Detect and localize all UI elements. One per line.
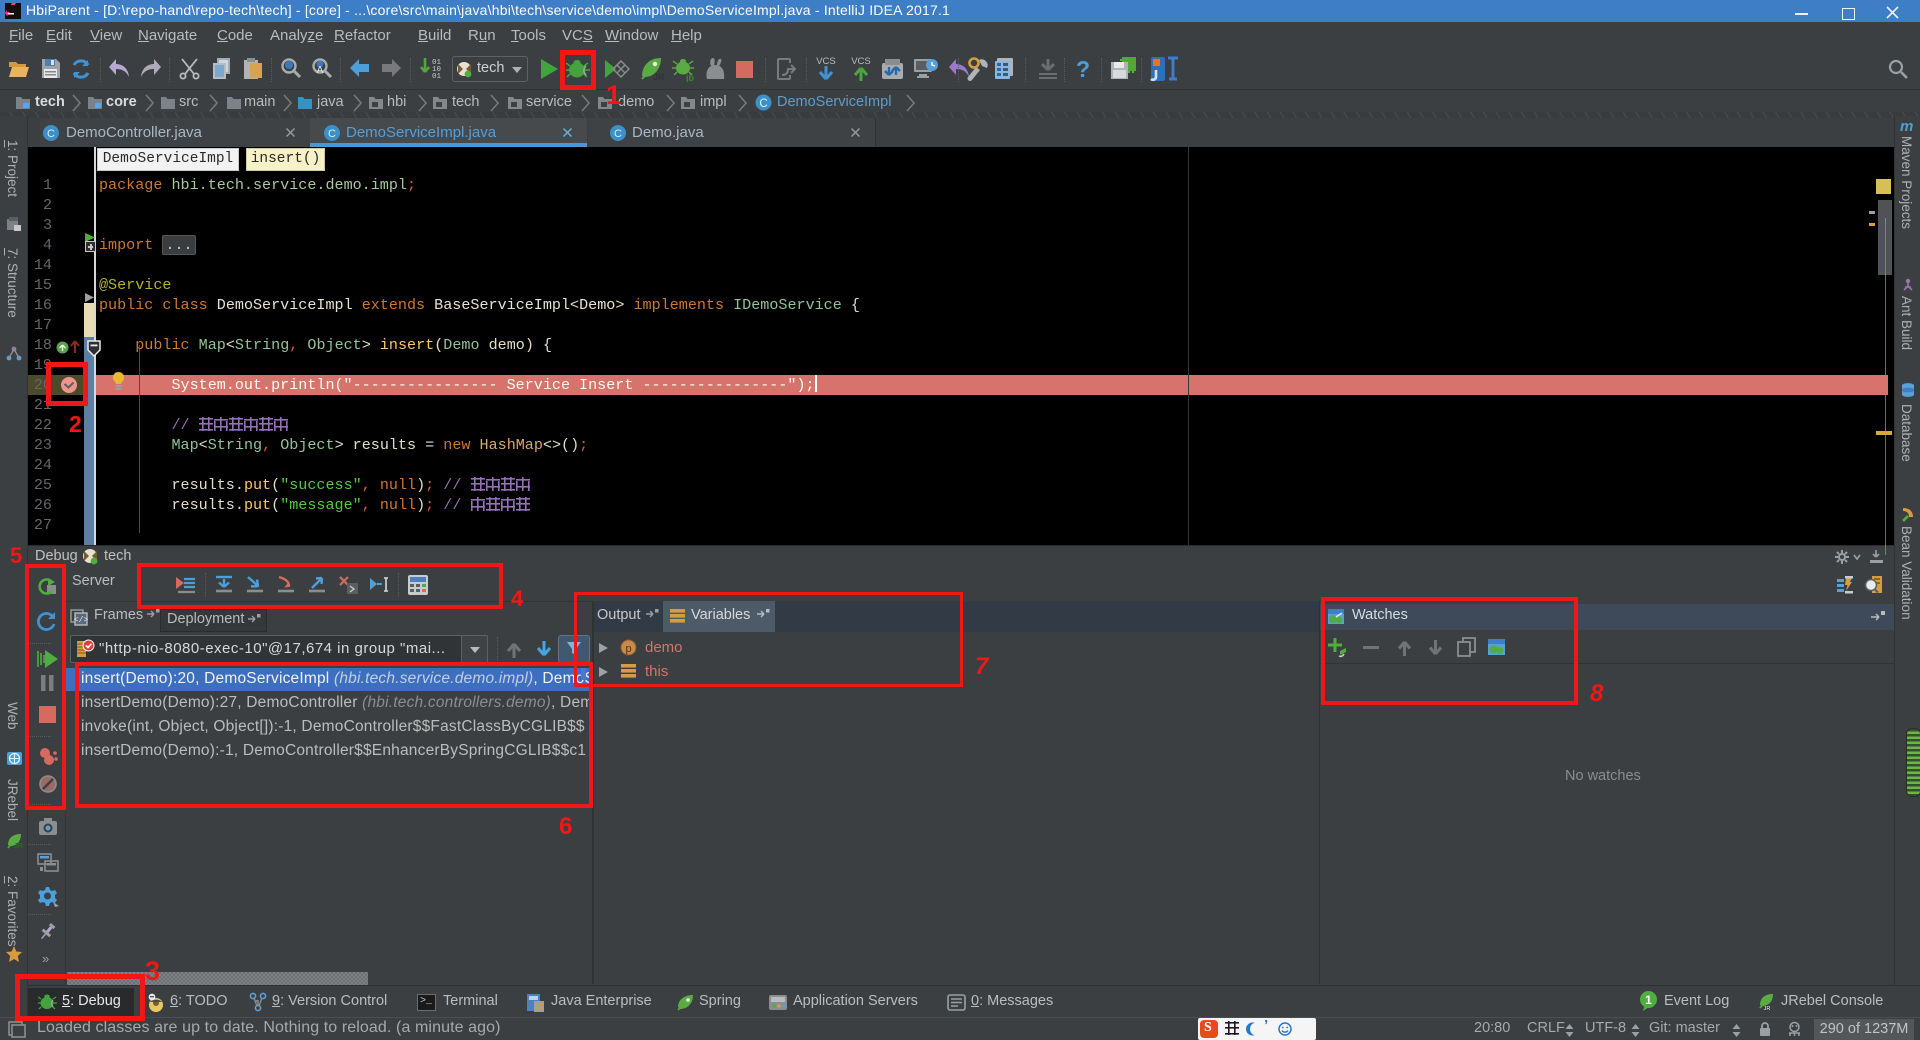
svg-text:JR: JR — [14, 843, 23, 849]
svg-text:JR: JR — [1764, 1006, 1771, 1011]
svg-text:C: C — [328, 128, 336, 140]
svg-text:1: 1 — [1645, 993, 1652, 1007]
svg-text:A: A — [317, 65, 324, 76]
svg-text:jb: jb — [685, 73, 695, 82]
svg-text:C: C — [759, 98, 767, 110]
svg-text:VCS: VCS — [851, 56, 871, 67]
svg-text:VCS: VCS — [816, 56, 836, 67]
svg-text:01: 01 — [432, 73, 442, 81]
svg-text:JR: JR — [653, 72, 664, 82]
svg-text:C: C — [47, 128, 55, 140]
svg-text:C: C — [614, 128, 622, 140]
svg-text:</>: </> — [74, 616, 88, 625]
